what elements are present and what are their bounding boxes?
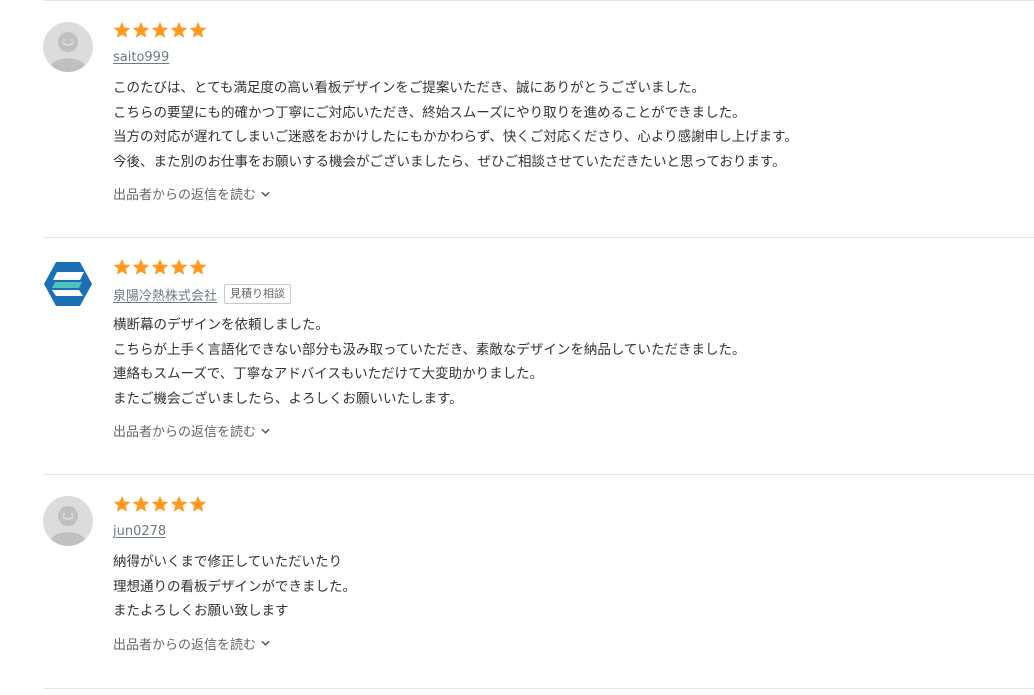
reviewer-name-link[interactable]: jun0278 xyxy=(113,524,166,539)
star-icon xyxy=(151,21,169,38)
star-icon xyxy=(113,495,131,512)
review-item: saito999 このたびは、とても満足度の高い看板デザインをご提案いただき、誠… xyxy=(43,1,1034,237)
reviewer-row: jun0278 xyxy=(113,519,1034,543)
review-item: jun0278 納得がいくまで修正していただいたり 理想通りの看板デザインができ… xyxy=(43,475,1034,688)
star-rating xyxy=(113,494,1034,514)
review-content: saito999 このたびは、とても満足度の高い看板デザインをご提案いただき、誠… xyxy=(113,20,1034,203)
comment-line: 当方の対応が遅れてしまいご迷惑をおかけしたにもかかわらず、快くご対応くださり、心… xyxy=(113,129,798,145)
review-comment: 納得がいくまで修正していただいたり 理想通りの看板デザインができました。 またよ… xyxy=(113,550,1034,624)
reviewer-name-link[interactable]: 泉陽冷熱株式会社 xyxy=(113,285,217,304)
star-icon xyxy=(189,21,207,38)
star-rating xyxy=(113,20,1034,40)
divider xyxy=(43,688,1034,689)
reviewer-row: saito999 xyxy=(113,45,1034,69)
company-logo-icon[interactable] xyxy=(43,259,93,309)
comment-line: こちらの要望にも的確かつ丁寧にご対応いただき、終始スムーズにやり取りを進めること… xyxy=(113,104,746,121)
request-type-tag: 見積り相談 xyxy=(224,284,292,304)
star-icon xyxy=(132,495,150,512)
star-icon xyxy=(151,495,169,512)
star-icon xyxy=(170,21,188,38)
star-icon xyxy=(132,258,150,275)
star-icon xyxy=(170,258,188,275)
default-avatar-icon[interactable] xyxy=(43,496,93,546)
comment-line: 連絡もスムーズで、丁寧なアドバイスもいただけて大変助かりました。 xyxy=(113,366,544,382)
comment-line: 今後、また別のお仕事をお願いする機会がございましたら、ぜひご相談させていただきた… xyxy=(113,153,786,170)
read-seller-reply-button[interactable]: 出品者からの返信を読む xyxy=(113,634,270,653)
chevron-down-icon xyxy=(261,428,270,434)
chevron-down-icon xyxy=(261,640,270,646)
reviewer-name-link[interactable]: saito999 xyxy=(113,50,169,65)
reviewer-row: 泉陽冷熱株式会社 見積り相談 xyxy=(113,282,1034,306)
star-icon xyxy=(132,21,150,38)
comment-line: こちらが上手く言語化できない部分も汲み取っていただき、素敵なデザインを納品してい… xyxy=(113,341,746,358)
comment-line: またよろしくお願い致します xyxy=(113,603,289,619)
review-content: jun0278 納得がいくまで修正していただいたり 理想通りの看板デザインができ… xyxy=(113,494,1034,653)
star-icon xyxy=(113,21,131,38)
review-list: saito999 このたびは、とても満足度の高い看板デザインをご提案いただき、誠… xyxy=(43,0,1034,689)
star-icon xyxy=(189,258,207,275)
review-item: 泉陽冷熱株式会社 見積り相談 横断幕のデザインを依頼しました。 こちらが上手く言… xyxy=(43,238,1034,474)
star-icon xyxy=(113,258,131,275)
star-icon xyxy=(151,258,169,275)
star-rating xyxy=(113,257,1034,277)
comment-line: 横断幕のデザインを依頼しました。 xyxy=(113,317,329,333)
comment-line: 理想通りの看板デザインができました。 xyxy=(113,578,356,595)
review-content: 泉陽冷熱株式会社 見積り相談 横断幕のデザインを依頼しました。 こちらが上手く言… xyxy=(113,257,1034,440)
reply-label: 出品者からの返信を読む xyxy=(113,425,257,440)
reply-label: 出品者からの返信を読む xyxy=(113,637,257,653)
comment-line: またご機会ございましたら、よろしくお願いいたします。 xyxy=(113,390,463,407)
read-seller-reply-button[interactable]: 出品者からの返信を読む xyxy=(113,184,270,203)
star-icon xyxy=(170,495,188,512)
reply-label: 出品者からの返信を読む xyxy=(113,188,257,203)
chevron-down-icon xyxy=(261,191,270,197)
default-avatar-icon[interactable] xyxy=(43,22,93,72)
star-icon xyxy=(189,495,207,512)
read-seller-reply-button[interactable]: 出品者からの返信を読む xyxy=(113,421,270,440)
review-comment: 横断幕のデザインを依頼しました。 こちらが上手く言語化できない部分も汲み取ってい… xyxy=(113,313,1034,411)
comment-line: 納得がいくまで修正していただいたり xyxy=(113,554,343,570)
comment-line: このたびは、とても満足度の高い看板デザインをご提案いただき、誠にありがとうござい… xyxy=(113,80,705,96)
review-comment: このたびは、とても満足度の高い看板デザインをご提案いただき、誠にありがとうござい… xyxy=(113,76,1034,174)
